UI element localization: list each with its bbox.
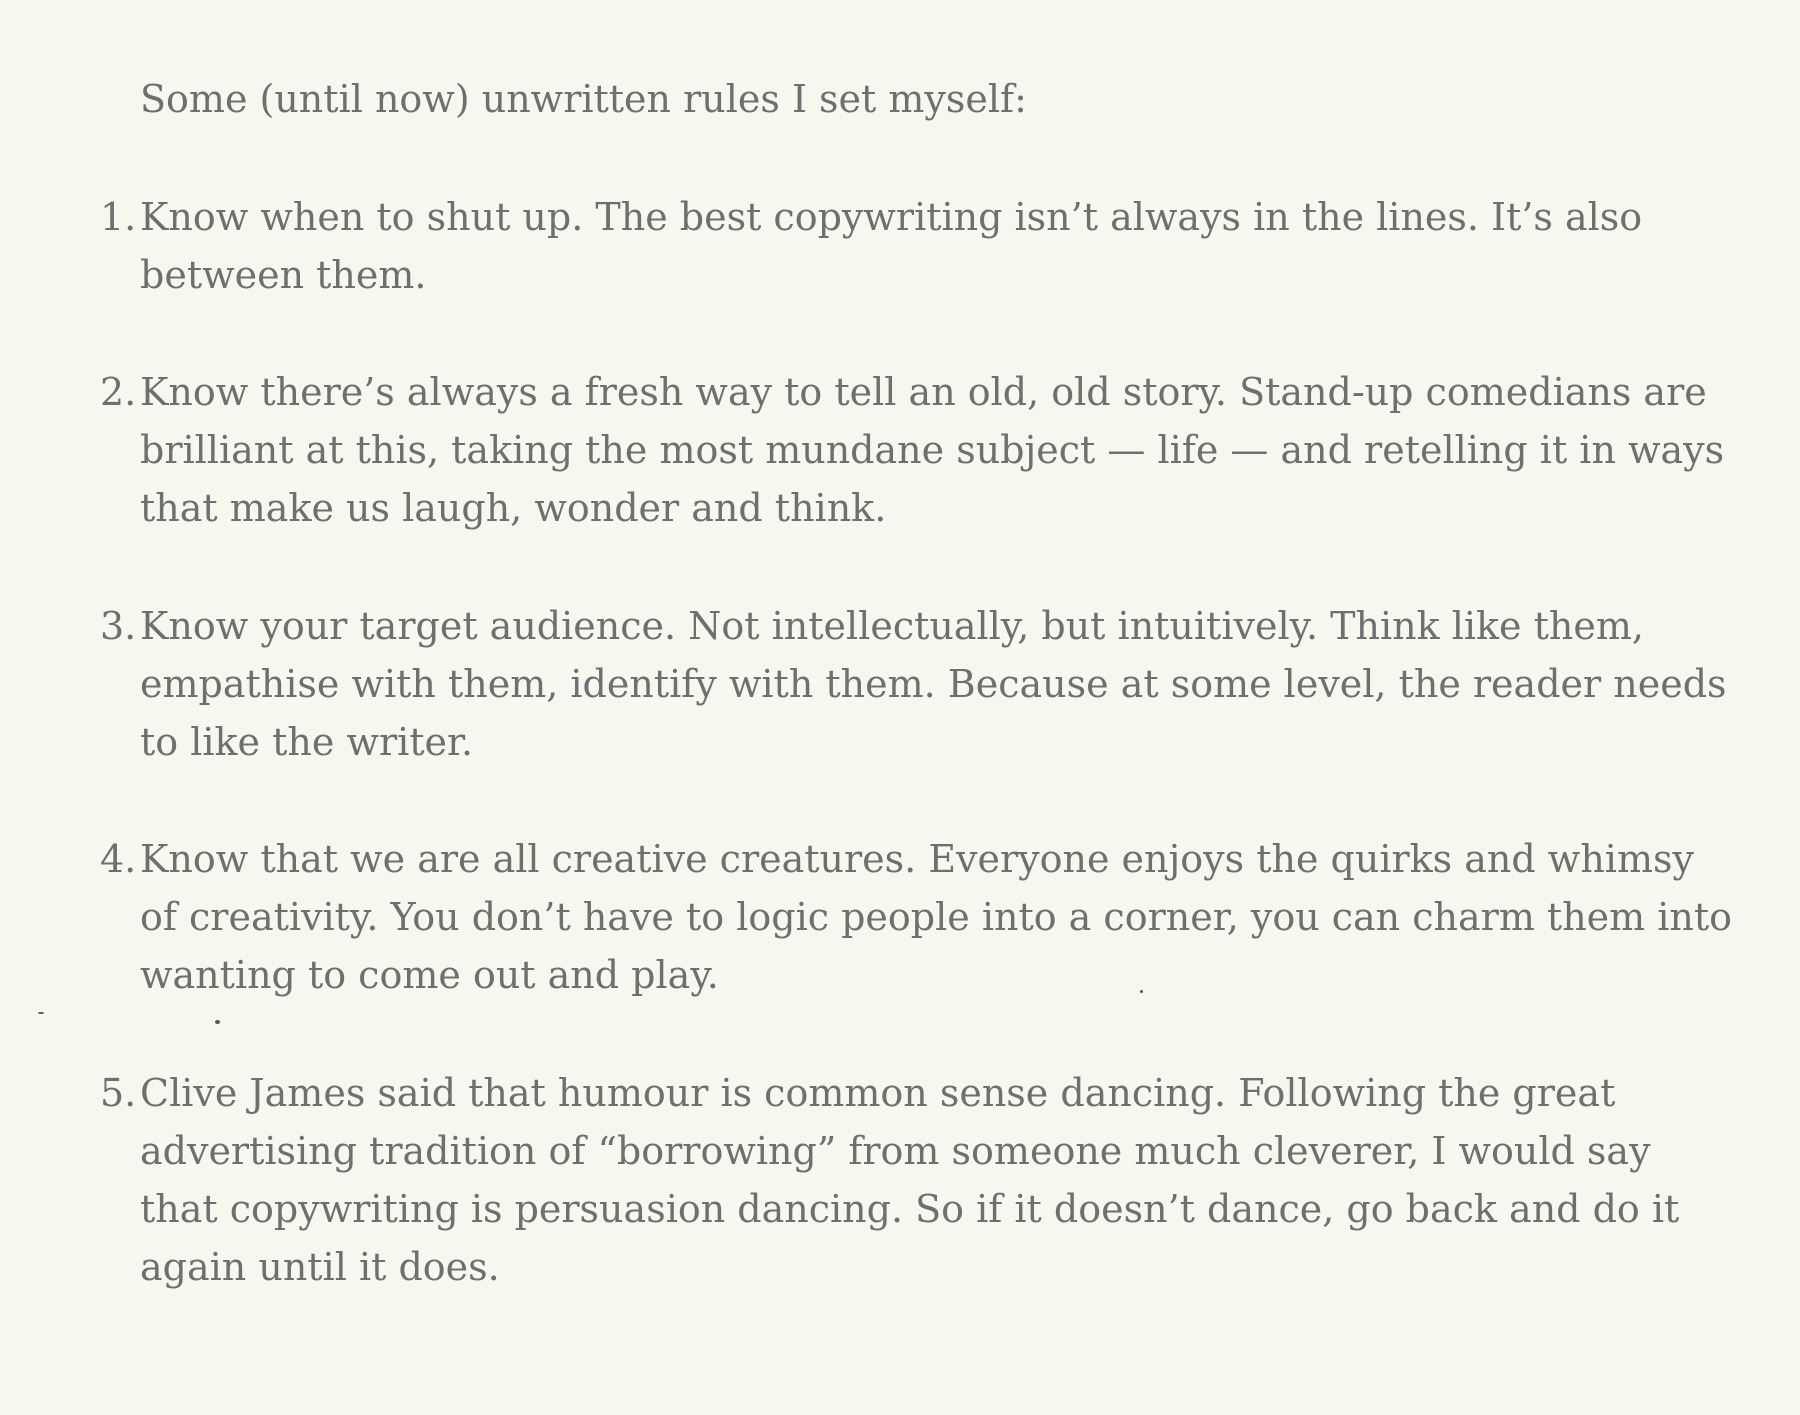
scan-speck: [1140, 990, 1143, 993]
rule-item: 5. Clive James said that humour is commo…: [100, 1064, 1740, 1296]
rule-item: 2. Know there’s always a fresh way to te…: [100, 363, 1740, 537]
scan-speck: [38, 1012, 44, 1014]
scan-speck: [215, 1020, 220, 1024]
rule-item: 4. Know that we are all creative creatur…: [100, 830, 1740, 1004]
rule-number: 4.: [100, 837, 137, 881]
rule-item: 3. Know your target audience. Not intell…: [100, 597, 1740, 771]
intro-heading: Some (until now) unwritten rules I set m…: [140, 77, 1027, 121]
rule-number: 5.: [100, 1071, 137, 1115]
rule-text: Know there’s always a fresh way to tell …: [140, 370, 1725, 530]
rule-text: Know that we are all creative creatures.…: [140, 837, 1733, 997]
rule-text: Know when to shut up. The best copywriti…: [140, 195, 1643, 297]
scanned-page: Some (until now) unwritten rules I set m…: [0, 0, 1800, 1415]
rule-number: 3.: [100, 604, 137, 648]
rule-number: 2.: [100, 370, 137, 414]
rule-text: Know your target audience. Not intellect…: [140, 604, 1727, 764]
rule-item: 1. Know when to shut up. The best copywr…: [100, 188, 1740, 304]
rule-number: 1.: [100, 195, 137, 239]
rule-text: Clive James said that humour is common s…: [140, 1071, 1680, 1289]
